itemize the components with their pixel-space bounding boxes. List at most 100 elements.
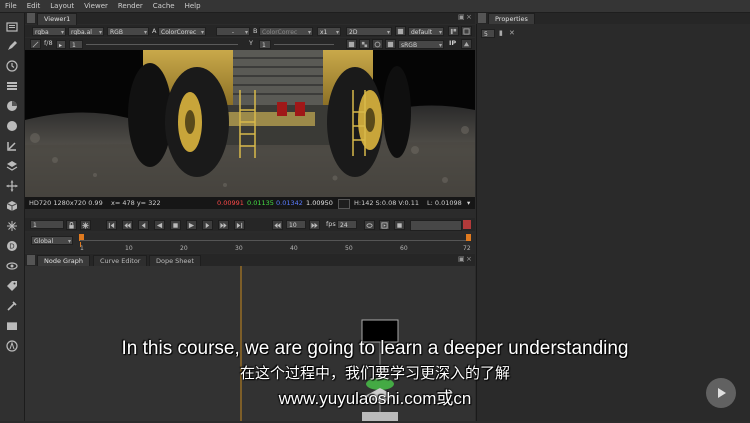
- blue-value: 0.01342: [276, 199, 303, 207]
- clear-panels-icon[interactable]: ▮: [499, 29, 503, 37]
- last-frame-icon[interactable]: [234, 220, 245, 230]
- render-preview-icon[interactable]: [394, 220, 405, 230]
- filter-icon[interactable]: [4, 118, 19, 133]
- exposure-step-field[interactable]: ▸: [56, 40, 66, 49]
- fps-label: fps: [326, 220, 336, 228]
- subtitle-chinese: 在这个过程中，我们要学习更深入的了解: [239, 364, 510, 382]
- exposure-toggle-icon[interactable]: [30, 39, 41, 49]
- gamma-slider[interactable]: [274, 44, 334, 45]
- image-icon[interactable]: [4, 19, 19, 34]
- prev-keyframe-icon[interactable]: [122, 220, 133, 230]
- playback-range-field[interactable]: [410, 220, 462, 231]
- menu-cache[interactable]: Cache: [148, 0, 180, 12]
- a-input-dropdown[interactable]: ColorCorrec: [158, 27, 206, 36]
- b-input-label: B: [253, 27, 258, 35]
- next-frame-icon[interactable]: [202, 220, 213, 230]
- transform-icon[interactable]: [4, 178, 19, 193]
- gamma-label: Y: [249, 39, 253, 47]
- other-icon[interactable]: [4, 318, 19, 333]
- clipboard-icon[interactable]: [395, 26, 406, 36]
- sample-icon[interactable]: [346, 39, 357, 49]
- stop-icon[interactable]: [170, 220, 181, 230]
- out-point-marker[interactable]: [466, 234, 471, 241]
- info-bar-menu-icon[interactable]: ▾: [467, 197, 470, 209]
- views-icon[interactable]: [4, 258, 19, 273]
- timeline-tick-60: 60: [400, 245, 408, 252]
- first-frame-icon[interactable]: [106, 220, 117, 230]
- refresh-icon[interactable]: [372, 39, 383, 49]
- prev-frame-icon[interactable]: [138, 220, 149, 230]
- node-close-icon[interactable]: ×: [466, 255, 472, 263]
- viewer-settings-icon[interactable]: [448, 26, 459, 36]
- viewer-panel-menu-icon[interactable]: [27, 13, 35, 23]
- timeline-tick-72: 72: [463, 245, 471, 252]
- checker-icon[interactable]: [359, 39, 370, 49]
- playback-settings-icon[interactable]: [80, 220, 91, 230]
- roi-icon[interactable]: [461, 26, 472, 36]
- menu-layout[interactable]: Layout: [45, 0, 79, 12]
- 3d-icon[interactable]: [4, 198, 19, 213]
- node-float-icon[interactable]: ▣: [458, 255, 465, 263]
- step-forward-icon[interactable]: [309, 220, 320, 230]
- video-play-button[interactable]: [706, 378, 736, 408]
- loop-mode-icon[interactable]: [364, 220, 375, 230]
- pause-update-icon[interactable]: [385, 39, 396, 49]
- tab-viewer1[interactable]: Viewer1: [37, 13, 78, 25]
- alpha-channel-dropdown[interactable]: rgba.al: [68, 27, 104, 36]
- paint-icon[interactable]: [4, 38, 19, 53]
- exposure-field[interactable]: 1: [69, 40, 83, 49]
- b-input-dropdown[interactable]: ColorCorrec: [259, 27, 313, 36]
- lock-panels-icon[interactable]: ✕: [509, 29, 515, 37]
- fps-field[interactable]: 24: [337, 220, 357, 229]
- lock-range-icon[interactable]: [66, 220, 77, 230]
- node-panel-menu-icon[interactable]: [27, 255, 35, 265]
- channel-icon[interactable]: [4, 78, 19, 93]
- monitor-output-icon[interactable]: [461, 39, 472, 49]
- lut-dropdown[interactable]: default: [408, 27, 444, 36]
- timeline-track[interactable]: [80, 240, 470, 241]
- composite-mode-dropdown[interactable]: -: [216, 27, 250, 36]
- merge-icon[interactable]: [4, 158, 19, 173]
- viewer-float-icon[interactable]: ▣: [458, 13, 465, 21]
- properties-panel-menu-icon[interactable]: [478, 13, 486, 23]
- flipbook-icon[interactable]: [379, 220, 390, 230]
- max-panels-field[interactable]: 5: [481, 29, 495, 38]
- deep-icon[interactable]: D: [4, 238, 19, 253]
- zoom-dropdown[interactable]: x1: [317, 27, 341, 36]
- play-backward-icon[interactable]: [154, 220, 165, 230]
- frame-range-dropdown[interactable]: Global: [31, 236, 73, 245]
- next-keyframe-icon[interactable]: [218, 220, 229, 230]
- menu-help[interactable]: Help: [180, 0, 206, 12]
- channels-dropdown[interactable]: rgba: [32, 27, 66, 36]
- viewer-close-icon[interactable]: ×: [466, 13, 472, 21]
- view-mode-dropdown[interactable]: 2D: [346, 27, 392, 36]
- viewer-canvas[interactable]: [25, 50, 475, 197]
- particles-icon[interactable]: [4, 218, 19, 233]
- menu-viewer[interactable]: Viewer: [79, 0, 113, 12]
- exposure-slider[interactable]: [86, 44, 238, 45]
- timeline-tick-20: 20: [180, 245, 188, 252]
- play-forward-icon[interactable]: [186, 220, 197, 230]
- timeline-tick-40: 40: [290, 245, 298, 252]
- time-icon[interactable]: [4, 58, 19, 73]
- step-back-icon[interactable]: [272, 220, 283, 230]
- color-icon[interactable]: [4, 98, 19, 113]
- color-swatch: [338, 199, 350, 209]
- frame-increment-field[interactable]: 10: [286, 220, 306, 229]
- keyer-icon[interactable]: [4, 138, 19, 153]
- menu-file[interactable]: File: [0, 0, 22, 12]
- a-input-label: A: [152, 27, 157, 35]
- gamma-field[interactable]: 1: [259, 40, 271, 49]
- metadata-icon[interactable]: [4, 278, 19, 293]
- display-lut-dropdown[interactable]: sRGB: [398, 40, 444, 49]
- colorspace-dropdown[interactable]: RGB: [107, 27, 149, 36]
- fstop-label: f/8: [44, 39, 53, 47]
- menu-edit[interactable]: Edit: [22, 0, 46, 12]
- current-frame-field[interactable]: 1: [30, 220, 64, 229]
- subtitle-url: www.yuyulaoshi.com或cn: [278, 389, 472, 408]
- menu-render[interactable]: Render: [113, 0, 148, 12]
- toolsets-icon[interactable]: [4, 298, 19, 313]
- input-process-icon[interactable]: IP: [449, 39, 456, 48]
- format-info: HD720 1280x720 0.99: [29, 199, 103, 207]
- playback-record-icon[interactable]: [463, 220, 471, 229]
